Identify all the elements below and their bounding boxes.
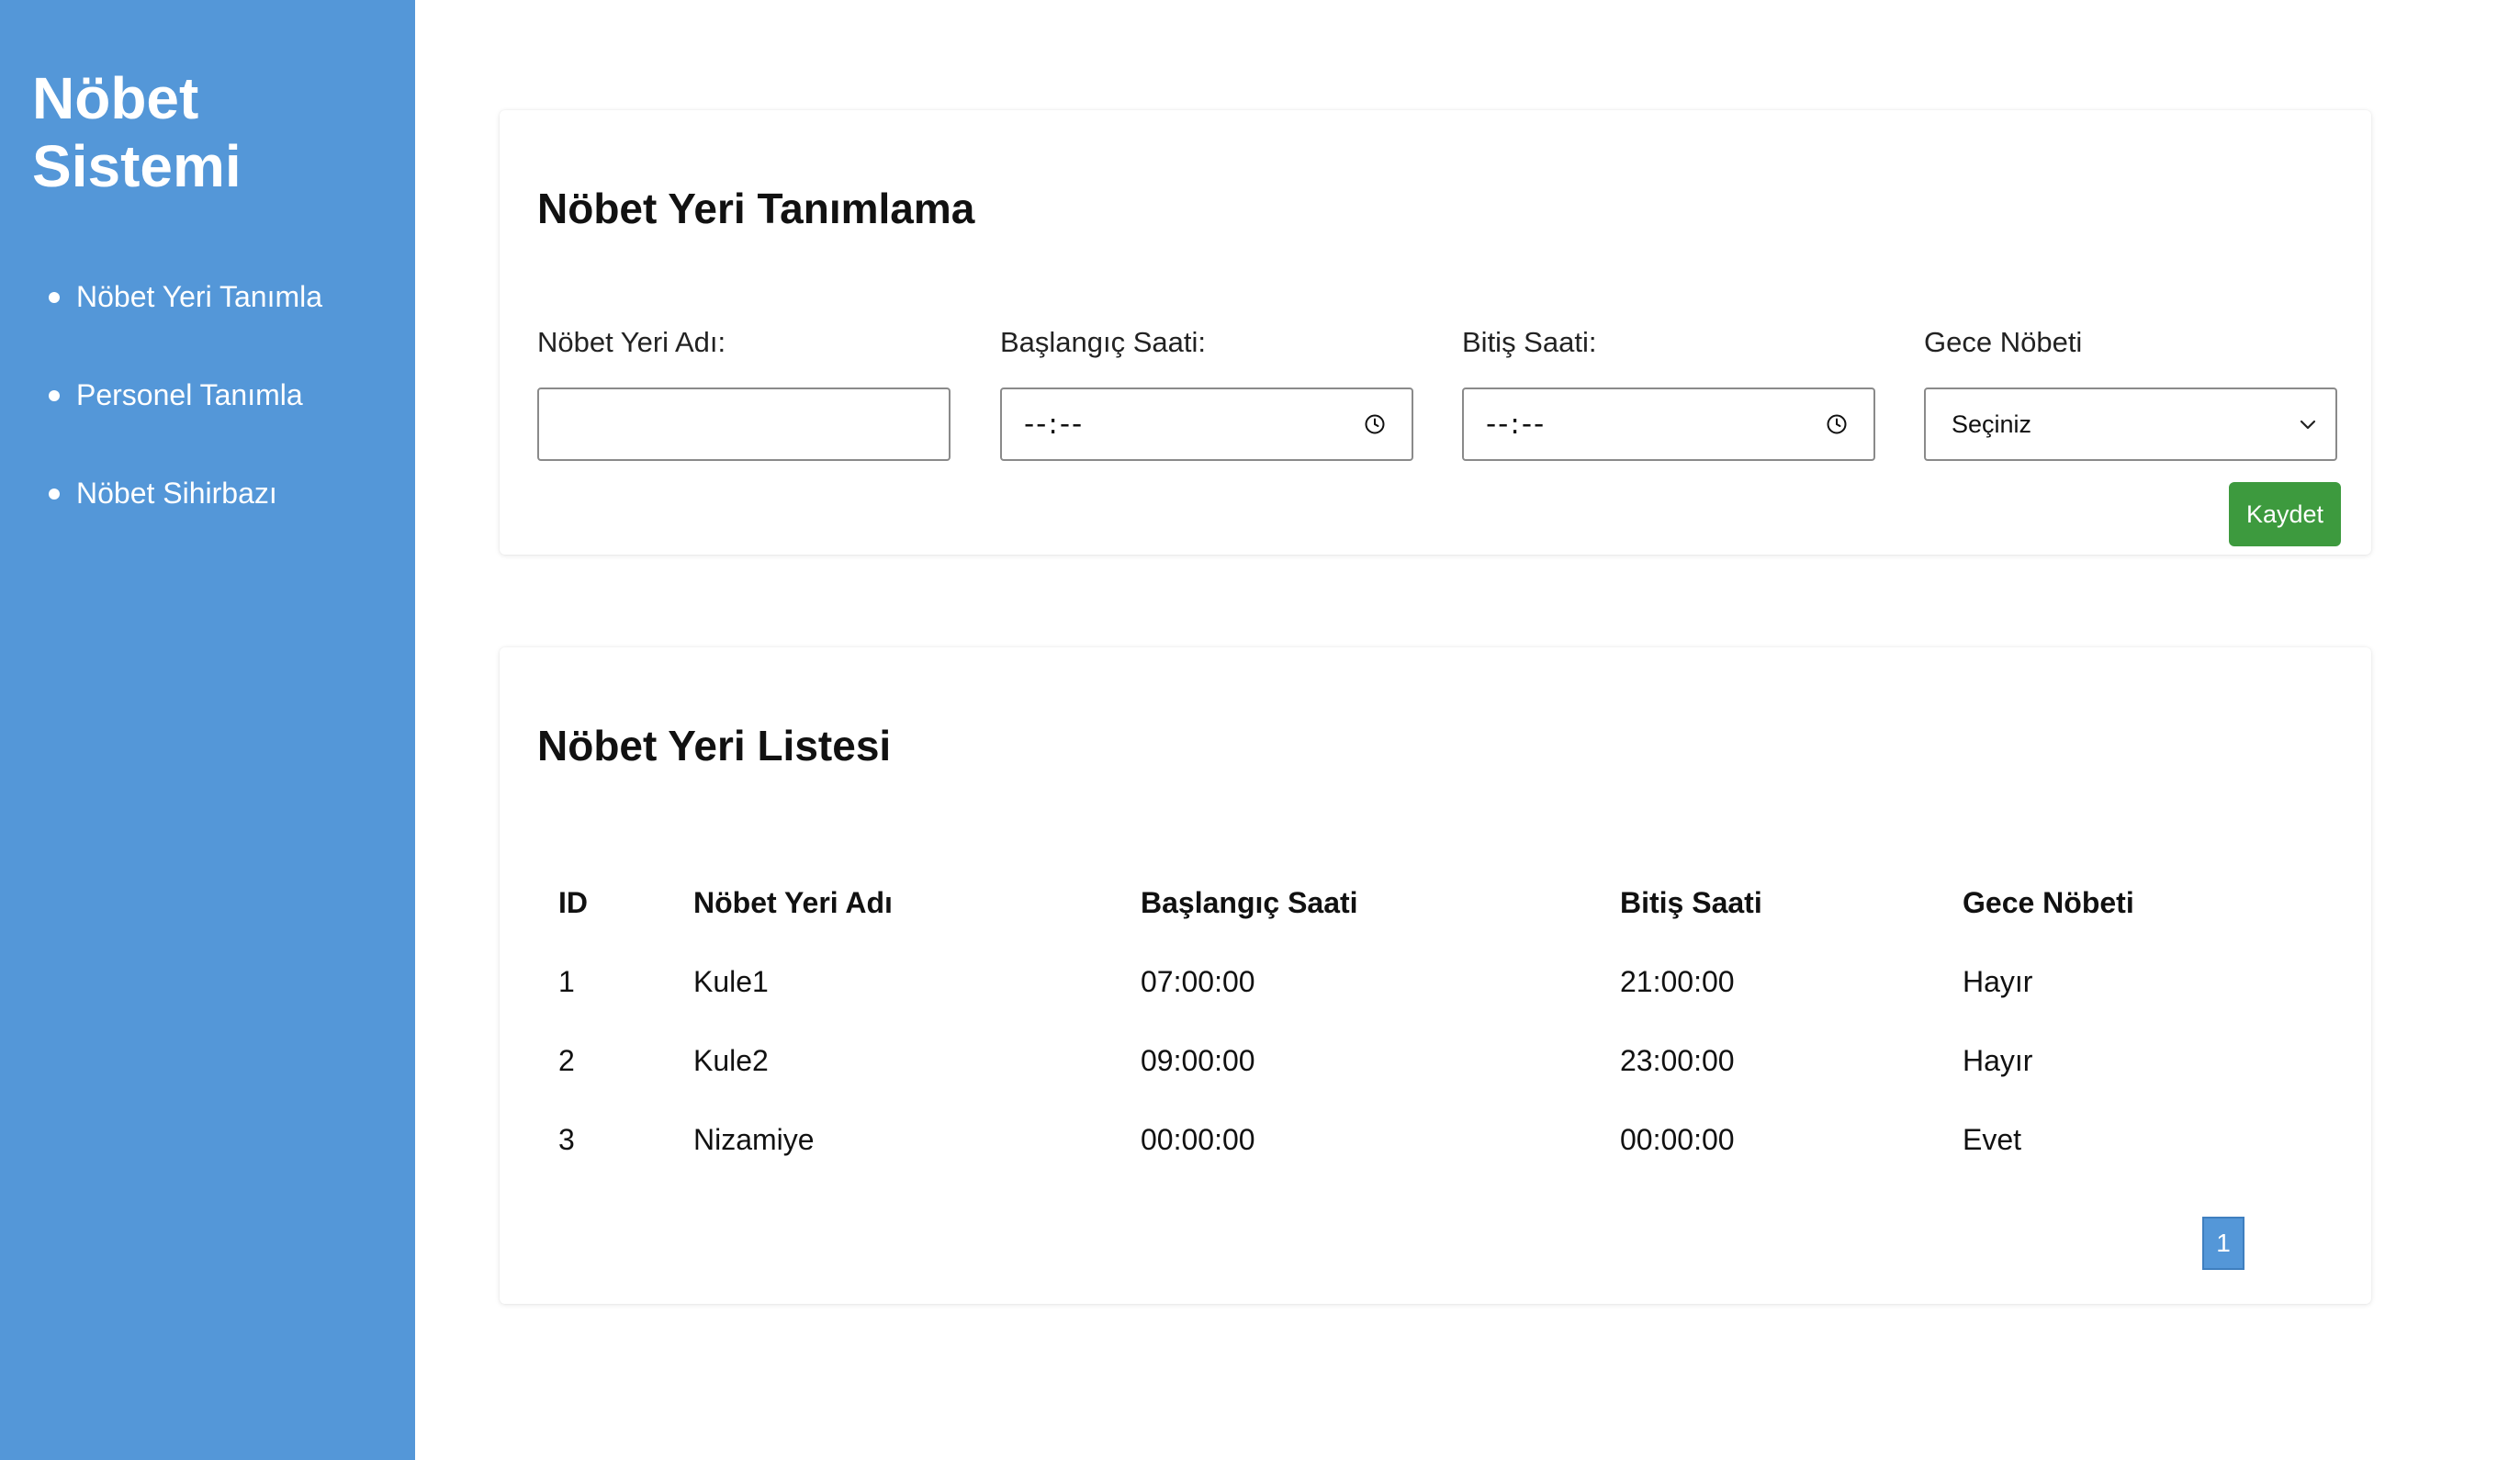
- cell-end: 23:00:00: [1620, 1043, 1735, 1077]
- form-card: Nöbet Yeri Tanımlama Nöbet Yeri Adı: Baş…: [500, 110, 2371, 555]
- cell-end: 21:00:00: [1620, 964, 1735, 998]
- bullet-icon: [49, 389, 60, 401]
- sidebar-item-nobet-sihirbazi[interactable]: Nöbet Sihirbazı: [0, 444, 415, 543]
- sidebar-item-nobet-yeri-tanimla[interactable]: Nöbet Yeri Tanımla: [0, 248, 415, 346]
- clock-icon[interactable]: [1826, 413, 1848, 435]
- cell-night: Hayır: [1963, 1043, 2033, 1077]
- sidebar-item-label: Nöbet Sihirbazı: [76, 477, 277, 510]
- end-time-value: --:--: [1486, 408, 1547, 441]
- cell-name: Nizamiye: [693, 1122, 815, 1156]
- sidebar-nav: Nöbet Yeri Tanımla Personel Tanımla Nöbe…: [0, 248, 415, 543]
- cell-night: Evet: [1963, 1122, 2022, 1156]
- cell-name: Kule1: [693, 964, 769, 998]
- end-time-label: Bitiş Saati:: [1462, 326, 1597, 358]
- name-input[interactable]: [537, 387, 951, 461]
- end-time-input[interactable]: --:--: [1462, 387, 1875, 461]
- end-time-field-group: Bitiş Saati: --:--: [1462, 323, 1875, 461]
- table-row[interactable]: 3 Nizamiye 00:00:00 00:00:00 Evet: [537, 1100, 2337, 1179]
- column-header-name[interactable]: Nöbet Yeri Adı: [672, 863, 1119, 942]
- cell-id: 3: [558, 1122, 575, 1156]
- form-title: Nöbet Yeri Tanımlama: [537, 185, 975, 232]
- cell-id: 1: [558, 964, 575, 998]
- start-time-input[interactable]: --:--: [1000, 387, 1413, 461]
- list-card: Nöbet Yeri Listesi ID Nöbet Yeri Adı Baş…: [500, 647, 2371, 1304]
- start-time-label: Başlangıç Saati:: [1000, 326, 1207, 358]
- start-time-value: --:--: [1024, 408, 1085, 441]
- night-shift-select[interactable]: Seçiniz: [1924, 387, 2337, 461]
- pagination-page-button[interactable]: 1: [2202, 1217, 2244, 1270]
- start-time-field-group: Başlangıç Saati: --:--: [1000, 323, 1413, 461]
- column-header-start[interactable]: Başlangıç Saati: [1119, 863, 1599, 942]
- sidebar: Nöbet Sistemi Nöbet Yeri Tanımla Persone…: [0, 0, 415, 1460]
- clock-icon[interactable]: [1364, 413, 1386, 435]
- table-row[interactable]: 2 Kule2 09:00:00 23:00:00 Hayır: [537, 1021, 2337, 1100]
- cell-night: Hayır: [1963, 964, 2033, 998]
- cell-start: 09:00:00: [1141, 1043, 1255, 1077]
- name-field-group: Nöbet Yeri Adı:: [537, 323, 951, 461]
- cell-name: Kule2: [693, 1043, 769, 1077]
- table-row[interactable]: 1 Kule1 07:00:00 21:00:00 Hayır: [537, 942, 2337, 1021]
- name-field-label: Nöbet Yeri Adı:: [537, 326, 726, 358]
- cell-start: 07:00:00: [1141, 964, 1255, 998]
- cell-end: 00:00:00: [1620, 1122, 1735, 1156]
- column-header-night[interactable]: Gece Nöbeti: [1941, 863, 2337, 942]
- sidebar-item-personel-tanimla[interactable]: Personel Tanımla: [0, 346, 415, 444]
- table-header-row: ID Nöbet Yeri Adı Başlangıç Saati Bitiş …: [537, 863, 2337, 942]
- cell-id: 2: [558, 1043, 575, 1077]
- night-shift-selected: Seçiniz: [1952, 410, 2032, 438]
- chevron-down-icon: [2300, 420, 2316, 430]
- night-shift-label: Gece Nöbeti: [1924, 326, 2083, 358]
- list-title: Nöbet Yeri Listesi: [537, 722, 892, 769]
- cell-start: 00:00:00: [1141, 1122, 1255, 1156]
- brand-title: Nöbet Sistemi: [32, 65, 242, 199]
- sidebar-item-label: Nöbet Yeri Tanımla: [76, 280, 323, 313]
- night-shift-field-group: Gece Nöbeti Seçiniz: [1924, 323, 2337, 461]
- column-header-end[interactable]: Bitiş Saati: [1599, 863, 1941, 942]
- sidebar-item-label: Personel Tanımla: [76, 378, 303, 411]
- bullet-icon: [49, 291, 60, 303]
- shift-location-table: ID Nöbet Yeri Adı Başlangıç Saati Bitiş …: [537, 863, 2337, 1179]
- save-button[interactable]: Kaydet: [2229, 482, 2341, 546]
- app: Nöbet Sistemi Nöbet Yeri Tanımla Persone…: [0, 0, 2520, 1460]
- bullet-icon: [49, 488, 60, 500]
- column-header-id[interactable]: ID: [537, 863, 672, 942]
